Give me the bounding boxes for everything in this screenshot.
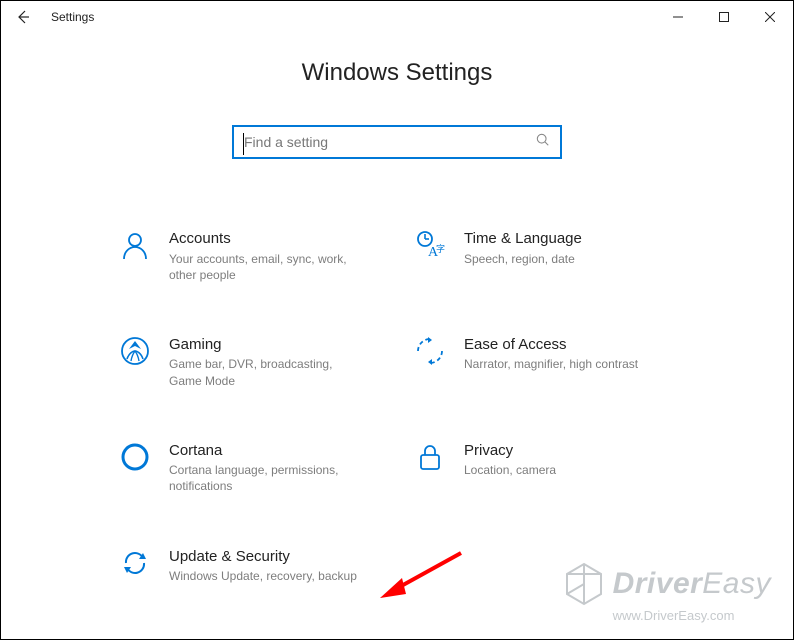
tile-desc: Location, camera: [464, 462, 556, 478]
tile-update-security[interactable]: Update & Security Windows Update, recove…: [117, 547, 382, 585]
tile-title: Privacy: [464, 441, 556, 461]
tile-title: Cortana: [169, 441, 359, 461]
time-language-icon: A字: [412, 229, 448, 265]
tile-desc: Narrator, magnifier, high contrast: [464, 356, 638, 372]
titlebar-left: Settings: [9, 3, 94, 31]
settings-grid: Accounts Your accounts, email, sync, wor…: [117, 229, 677, 584]
tile-title: Accounts: [169, 229, 359, 249]
privacy-icon: [412, 441, 448, 477]
gaming-icon: [117, 335, 153, 371]
search-box[interactable]: [232, 125, 562, 159]
search-input[interactable]: [244, 134, 536, 150]
text-caret-icon: [243, 133, 244, 155]
tile-text: Time & Language Speech, region, date: [464, 229, 582, 283]
titlebar: Settings: [1, 1, 793, 33]
content: Windows Settings Accounts Your accounts,…: [1, 49, 793, 639]
settings-window: Settings Windows Settings: [0, 0, 794, 640]
search-icon: [536, 133, 550, 152]
maximize-icon: [719, 12, 729, 22]
tile-ease-of-access[interactable]: Ease of Access Narrator, magnifier, high…: [412, 335, 677, 389]
page-title: Windows Settings: [1, 59, 793, 87]
tile-text: Gaming Game bar, DVR, broadcasting, Game…: [169, 335, 359, 389]
tile-title: Ease of Access: [464, 335, 638, 355]
app-title: Settings: [51, 10, 94, 24]
tile-privacy[interactable]: Privacy Location, camera: [412, 441, 677, 495]
search-wrap: [1, 125, 793, 159]
tile-cortana[interactable]: Cortana Cortana language, permissions, n…: [117, 441, 382, 495]
update-security-icon: [117, 547, 153, 583]
tile-text: Ease of Access Narrator, magnifier, high…: [464, 335, 638, 389]
maximize-button[interactable]: [701, 1, 747, 33]
tile-title: Update & Security: [169, 547, 357, 567]
tile-accounts[interactable]: Accounts Your accounts, email, sync, wor…: [117, 229, 382, 283]
arrow-left-icon: [15, 9, 31, 25]
tile-text: Update & Security Windows Update, recove…: [169, 547, 357, 585]
tile-text: Privacy Location, camera: [464, 441, 556, 495]
tile-desc: Your accounts, email, sync, work, other …: [169, 251, 359, 283]
close-icon: [765, 12, 775, 22]
minimize-button[interactable]: [655, 1, 701, 33]
ease-of-access-icon: [412, 335, 448, 371]
tile-title: Gaming: [169, 335, 359, 355]
close-button[interactable]: [747, 1, 793, 33]
tile-desc: Speech, region, date: [464, 251, 582, 267]
tile-text: Accounts Your accounts, email, sync, wor…: [169, 229, 359, 283]
cortana-icon: [117, 441, 153, 477]
minimize-icon: [673, 12, 683, 22]
tile-desc: Cortana language, permissions, notificat…: [169, 462, 359, 494]
tile-text: Cortana Cortana language, permissions, n…: [169, 441, 359, 495]
tile-desc: Game bar, DVR, broadcasting, Game Mode: [169, 356, 359, 388]
tile-gaming[interactable]: Gaming Game bar, DVR, broadcasting, Game…: [117, 335, 382, 389]
accounts-icon: [117, 229, 153, 265]
tile-time-language[interactable]: A字 Time & Language Speech, region, date: [412, 229, 677, 283]
tile-title: Time & Language: [464, 229, 582, 249]
svg-text:字: 字: [436, 243, 445, 254]
titlebar-right: [655, 1, 793, 33]
tile-desc: Windows Update, recovery, backup: [169, 568, 357, 584]
back-button[interactable]: [9, 3, 37, 31]
